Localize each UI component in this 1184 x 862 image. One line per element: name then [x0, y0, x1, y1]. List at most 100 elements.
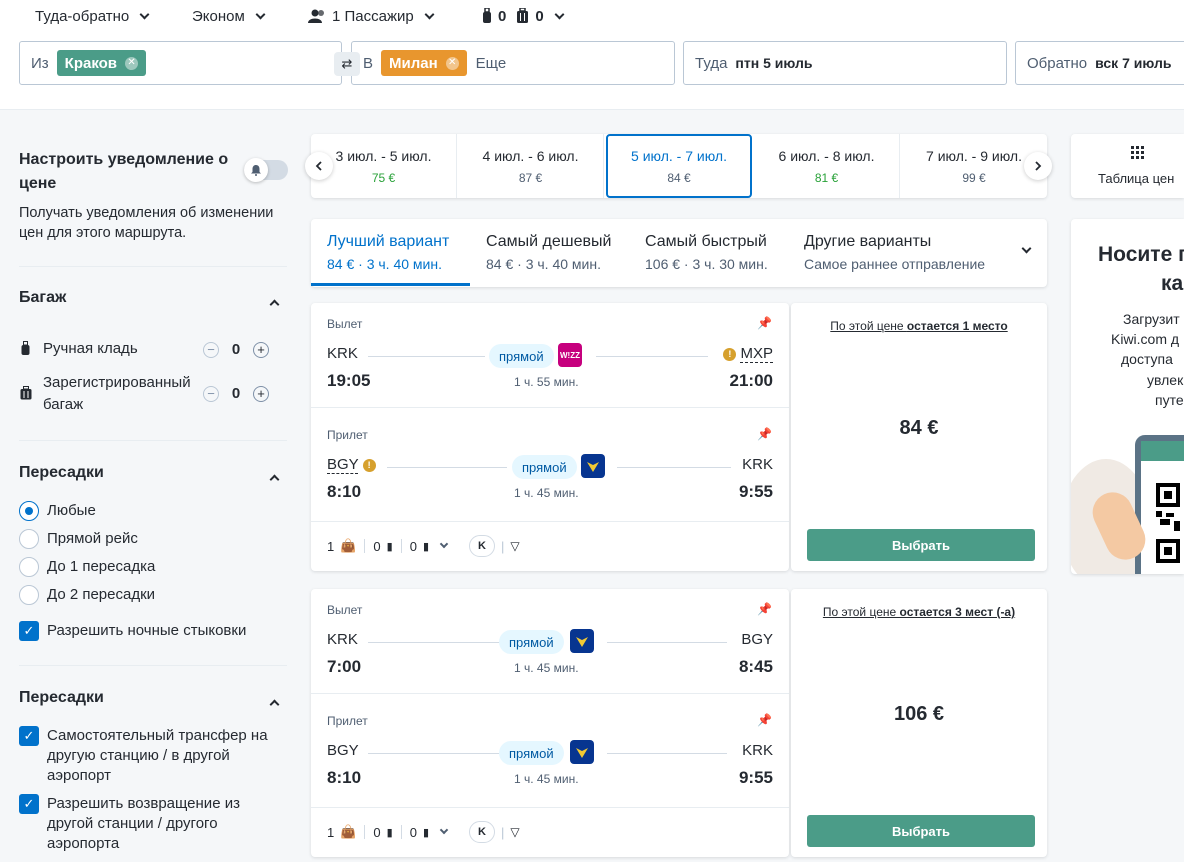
promo-title: Носите п — [1098, 243, 1184, 266]
tab-other[interactable]: Другие варианты Самое раннее отправление — [804, 219, 1034, 287]
checked-bag-filter-label: Зарегистрированный багаж — [43, 374, 191, 413]
tab-cheapest[interactable]: Самый дешевый 84 € · 3 ч. 40 мин. — [486, 219, 636, 287]
cabin-class-dropdown[interactable]: Эконом — [192, 6, 268, 26]
leg-destination: KRK — [742, 742, 773, 759]
baggage-summary[interactable]: 1 👜 0 ▮ 0 ▮ K | ▽ — [327, 821, 520, 843]
leg-destination: MXP — [740, 345, 773, 363]
increment-button[interactable]: + — [253, 341, 269, 358]
stops-two-radio[interactable] — [19, 585, 39, 605]
chevron-up-icon[interactable] — [269, 299, 280, 310]
bags-dropdown[interactable]: 0 0 — [482, 6, 567, 26]
route-line — [607, 753, 727, 754]
chevron-left-icon — [315, 161, 322, 171]
chevron-up-icon[interactable] — [269, 474, 280, 485]
departure-time: 7:00 — [327, 657, 362, 676]
price-alert-desc: Получать уведомления об изменении цен дл… — [19, 205, 274, 241]
promo-text-2: Kiwi.com д — [1111, 331, 1180, 347]
baggage-title: Багаж — [19, 289, 67, 306]
promo-text-5: путе — [1155, 392, 1184, 408]
price-alert-toggle[interactable] — [244, 158, 288, 182]
return-date-field[interactable]: Обратно вск 7 июль — [1015, 41, 1184, 85]
stops-two-label: До 2 пересадки — [47, 586, 156, 603]
wizzair-logo-icon: W!ZZ — [558, 343, 582, 367]
phone-screen — [1141, 441, 1184, 574]
depart-date-field[interactable]: Туда птн 5 июль — [683, 41, 1007, 85]
return-label: Обратно — [1027, 54, 1088, 72]
stops-direct-radio[interactable] — [19, 529, 39, 549]
return-other-station-checkbox[interactable]: ✓ — [19, 794, 39, 814]
overnight-checkbox[interactable]: ✓ — [19, 621, 39, 641]
price-table-label: Таблица цен — [1098, 171, 1175, 186]
result-itinerary[interactable]: Вылет 📌 KRK прямой BGY 7:00 1 ч. 45 мин.… — [311, 589, 789, 857]
divider: | — [501, 824, 505, 840]
date-price: 81 € — [814, 171, 839, 185]
cabin-bag-icon — [483, 8, 491, 23]
result-itinerary[interactable]: Вылет 📌 KRK прямой W!ZZ ! MXP 19:05 1 ч.… — [311, 303, 789, 571]
destination-field[interactable]: В Милан ✕ Еще — [351, 41, 675, 85]
leg-origin: BGY — [327, 742, 359, 759]
passengers-dropdown[interactable]: 1 Пассажир — [308, 6, 437, 26]
checked-bag-count: 0 — [231, 385, 241, 402]
leg-origin: KRK — [327, 345, 358, 362]
chevron-right-icon — [1035, 161, 1042, 171]
grid-icon — [1131, 146, 1144, 159]
route-line — [368, 642, 505, 643]
decrement-button[interactable]: − — [203, 341, 219, 358]
baggage-summary[interactable]: 1 👜 0 ▮ 0 ▮ K | ▽ — [327, 535, 520, 557]
direct-badge: прямой — [499, 630, 564, 654]
checked-bag-icon — [517, 8, 529, 23]
select-button[interactable]: Выбрать — [807, 529, 1035, 561]
checked-bag-icon: ▮ — [422, 826, 430, 839]
route-line — [387, 467, 507, 468]
checked-bags-count: 0 — [535, 7, 544, 25]
swap-icon[interactable]: ⇄ — [334, 52, 360, 76]
leg-label: Вылет — [327, 317, 363, 331]
tab-fastest[interactable]: Самый быстрый 106 € · 3 ч. 30 мин. — [645, 219, 795, 287]
chevron-down-icon[interactable] — [439, 539, 449, 549]
date-option[interactable]: 4 июл. - 6 июл. 87 € — [458, 134, 604, 198]
pin-icon[interactable]: 📌 — [757, 602, 772, 616]
phone-header — [1141, 441, 1184, 461]
tab-best[interactable]: Лучший вариант 84 € · 3 ч. 40 мин. — [327, 219, 470, 287]
pin-icon[interactable]: 📌 — [757, 713, 772, 727]
return-value: вск 7 июль — [1095, 55, 1172, 71]
route-line — [607, 642, 727, 643]
date-range: 6 июл. - 8 июл. — [778, 148, 875, 164]
increment-button[interactable]: + — [253, 385, 269, 402]
arrival-time: 21:00 — [729, 371, 773, 390]
next-dates-button[interactable] — [1024, 152, 1052, 180]
remove-origin-icon[interactable]: ✕ — [125, 56, 139, 70]
prev-dates-button[interactable] — [305, 152, 333, 180]
select-button[interactable]: Выбрать — [807, 815, 1035, 847]
inbound-leg: Прилет 📌 BGY ! прямой KRK 8:10 1 ч. 45 м… — [311, 414, 789, 524]
chevron-down-icon — [554, 9, 565, 19]
personal-item-count: 1 — [327, 824, 335, 840]
self-transfer-checkbox[interactable]: ✓ — [19, 726, 39, 746]
trip-type-dropdown[interactable]: Туда-обратно — [35, 6, 152, 26]
origin-field[interactable]: Из Краков ✕ — [19, 41, 342, 85]
origin-chip-label: Краков — [64, 54, 118, 72]
warning-icon[interactable]: ! — [723, 347, 737, 361]
decrement-button[interactable]: − — [203, 385, 219, 402]
remove-destination-icon[interactable]: ✕ — [445, 56, 459, 70]
price-table-button[interactable]: Таблица цен — [1071, 134, 1184, 198]
chevron-down-icon[interactable] — [439, 825, 449, 835]
route-line — [368, 753, 505, 754]
divider — [311, 407, 789, 408]
stops-one-radio[interactable] — [19, 557, 39, 577]
chevron-down-icon — [255, 9, 266, 19]
pin-icon[interactable]: 📌 — [757, 316, 772, 330]
leg-destination-wrap: ! MXP — [723, 345, 773, 363]
stops-any-radio[interactable] — [19, 501, 39, 521]
seats-left-note: По этой цене остается 3 мест (-а) — [791, 605, 1047, 619]
chevron-up-icon[interactable] — [269, 699, 280, 710]
warning-icon[interactable]: ! — [362, 458, 376, 472]
pin-icon[interactable]: 📌 — [757, 427, 772, 441]
date-option[interactable]: 6 июл. - 8 июл. 81 € — [754, 134, 900, 198]
promo-title-2: ка — [1161, 272, 1184, 295]
divider — [311, 693, 789, 694]
date-option-selected[interactable]: 5 июл. - 7 июл. 84 € — [606, 134, 752, 198]
kiwi-guarantee-icon: K — [469, 821, 496, 843]
origin-chip: Краков ✕ — [56, 50, 147, 76]
stops-one-label: До 1 пересадка — [47, 558, 156, 575]
